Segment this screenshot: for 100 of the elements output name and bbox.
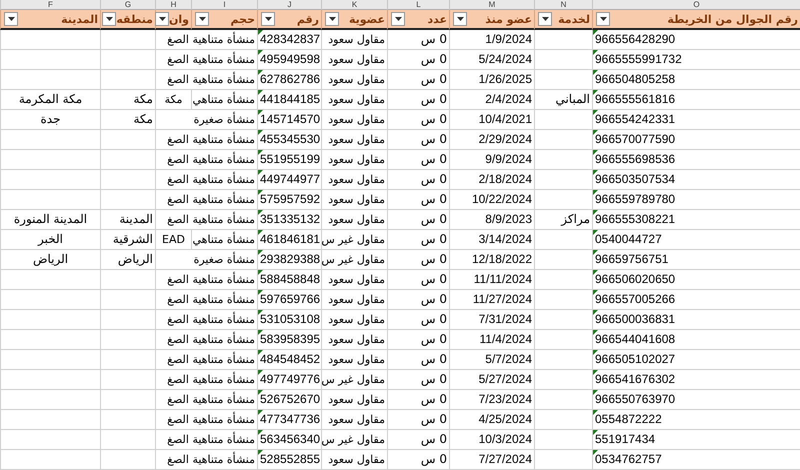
table-cell: جدة [0, 110, 100, 130]
column-letter[interactable]: I [191, 0, 257, 10]
filter-dropdown-button[interactable] [538, 12, 552, 26]
table-cell: مراكز [534, 210, 592, 230]
table-cell: منشأة متناهية الصغ [155, 450, 257, 470]
table-cell: 966500036831 [592, 310, 800, 330]
table-cell: 0 س [387, 350, 449, 370]
table-cell: 526752670 [257, 390, 321, 410]
filter-dropdown-button[interactable] [102, 12, 116, 26]
table-cell: منشأة متناهية الصغ [155, 170, 257, 190]
filter-dropdown-button[interactable] [596, 12, 610, 26]
table-cell: مكة [100, 90, 155, 110]
empty-cell [534, 410, 592, 430]
empty-cell [534, 370, 592, 390]
column-letter[interactable]: J [257, 0, 321, 10]
column-letter[interactable]: F [0, 0, 100, 10]
column-letter[interactable]: H [155, 0, 191, 10]
table-cell: 0 س [387, 190, 449, 210]
table-cell: 0 س [387, 30, 449, 50]
filter-dropdown-button[interactable] [4, 12, 18, 26]
corner-triangle-icon [593, 230, 598, 235]
column-letter[interactable]: K [321, 0, 387, 10]
empty-cell [534, 450, 592, 470]
column-header: وان [169, 12, 189, 26]
dropdown-arrow-icon [106, 17, 113, 21]
column-letter[interactable]: G [100, 0, 155, 10]
table-cell: منشأة متناهية الصغ [155, 390, 257, 410]
corner-triangle-icon [258, 210, 263, 215]
filter-dropdown-button[interactable] [261, 12, 275, 26]
table-cell: 966555308221 [592, 210, 800, 230]
empty-cell [534, 330, 592, 350]
corner-triangle-icon [258, 70, 263, 75]
table-cell: 5/7/2024 [449, 350, 534, 370]
table-cell: 10/3/2024 [449, 430, 534, 450]
table-cell: 966550763970 [592, 390, 800, 410]
corner-triangle-icon [258, 310, 263, 315]
empty-cell [534, 170, 592, 190]
empty-cell [100, 330, 155, 350]
table-cell: 7/31/2024 [449, 310, 534, 330]
table-cell: 0 س [387, 130, 449, 150]
table-cell: مقاول غير س [321, 430, 387, 450]
table-cell: 441844185 [257, 90, 321, 110]
table-cell: مقاول سعود [321, 350, 387, 370]
table-cell: 4/25/2024 [449, 410, 534, 430]
table-cell: 528552855 [257, 450, 321, 470]
table-cell: منشأة متناهية الصغ [155, 150, 257, 170]
table-cell: 966504805258 [592, 70, 800, 90]
table-cell: 477347736 [257, 410, 321, 430]
table-cell: 461846181 [257, 230, 321, 250]
corner-triangle-icon [258, 230, 263, 235]
filter-dropdown-button[interactable] [325, 12, 339, 26]
table-cell: مقاول سعود [321, 390, 387, 410]
filter-dropdown-button[interactable] [391, 12, 405, 26]
table-cell: مكة المكرمة [0, 90, 100, 110]
table-cell: مقاول سعود [321, 410, 387, 430]
table-cell: مقاول سعود [321, 90, 387, 110]
corner-triangle-icon [593, 370, 598, 375]
table-cell: 12/18/2022 [449, 250, 534, 270]
table-cell: 0 س [387, 370, 449, 390]
table-cell: 351335132 [257, 210, 321, 230]
corner-triangle-icon [593, 190, 598, 195]
filter-dropdown-button[interactable] [155, 12, 169, 26]
table-cell: 96659756751 [592, 250, 800, 270]
filter-dropdown-button[interactable] [453, 12, 467, 26]
corner-triangle-icon [258, 90, 263, 95]
table-cell: 0 س [387, 410, 449, 430]
table-cell: 966544041608 [592, 330, 800, 350]
column-header: عضوية [348, 12, 385, 26]
empty-cell [100, 430, 155, 450]
table-cell: منشأة متناهية الصغ [155, 350, 257, 370]
table-cell: 11/11/2024 [449, 270, 534, 290]
table-cell: 0 س [387, 430, 449, 450]
corner-triangle-icon [593, 170, 598, 175]
filter-dropdown-button[interactable] [195, 12, 209, 26]
table-cell: منشأة متناهية الصغ [155, 70, 257, 90]
corner-triangle-icon [258, 370, 263, 375]
table-cell: منشأة متناهية الصغ [155, 290, 257, 310]
corner-triangle-icon [593, 270, 598, 275]
empty-cell [100, 290, 155, 310]
dropdown-arrow-icon [600, 17, 606, 21]
table-cell: 1/9/2024 [449, 30, 534, 50]
corner-triangle-icon [258, 30, 263, 35]
empty-cell [100, 370, 155, 390]
table-cell: 9/9/2024 [449, 150, 534, 170]
column-letter[interactable]: M [449, 0, 534, 10]
table-cell: منشأة متناهية الصغ [155, 310, 257, 330]
corner-triangle-icon [258, 250, 263, 255]
empty-cell [534, 230, 592, 250]
table-cell: مقاول سعود [321, 130, 387, 150]
empty-cell [534, 430, 592, 450]
empty-cell [534, 290, 592, 310]
table-cell: 2/29/2024 [449, 130, 534, 150]
table-cell: 10/4/2021 [449, 110, 534, 130]
corner-triangle-icon [593, 130, 598, 135]
table-cell: 10/22/2024 [449, 190, 534, 210]
column-letter[interactable]: O [592, 0, 800, 10]
column-letter[interactable]: N [534, 0, 592, 10]
table-cell: مقاول سعود [321, 30, 387, 50]
column-letter[interactable]: L [387, 0, 449, 10]
table-cell: 1/26/2025 [449, 70, 534, 90]
